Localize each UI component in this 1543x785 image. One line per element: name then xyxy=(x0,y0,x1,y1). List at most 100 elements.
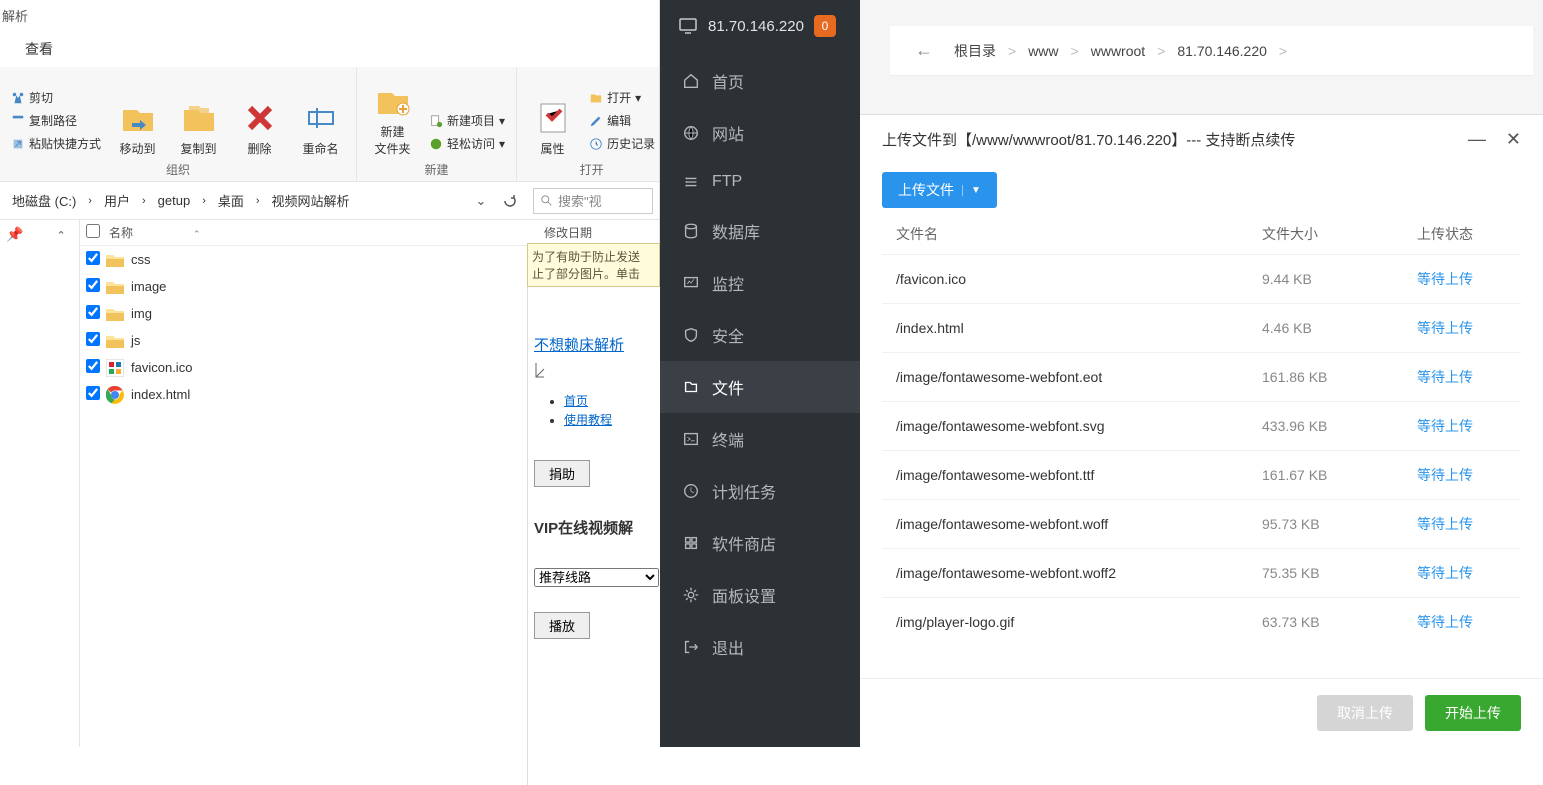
nav-home-link[interactable]: 首页 xyxy=(564,392,654,409)
server-panel: 81.70.146.220 0 首页网站 FTP 数据库监控安全文件终端计划任务软件… xyxy=(660,0,1543,747)
file-checkbox[interactable] xyxy=(86,251,100,265)
history-button[interactable]: 历史记录 xyxy=(586,134,658,153)
server-main: ← 根目录>www>wwwroot>81.70.146.220> 上传文件到【/… xyxy=(860,0,1543,747)
nav-item-db[interactable]: 数据库 xyxy=(660,205,860,257)
refresh-button[interactable] xyxy=(493,184,527,218)
server-breadcrumb: ← 根目录>www>wwwroot>81.70.146.220> xyxy=(890,26,1533,76)
ribbon-group-open-label: 打开 xyxy=(580,161,604,178)
upload-status-link[interactable]: 等待上传 xyxy=(1417,467,1473,483)
upload-status-link[interactable]: 等待上传 xyxy=(1417,271,1473,287)
upload-file-size: 63.73 KB xyxy=(1262,614,1417,630)
upload-status-link[interactable]: 等待上传 xyxy=(1417,369,1473,385)
nav-item-ftp[interactable]: FTP xyxy=(660,159,860,205)
server-breadcrumb-item[interactable]: wwwroot xyxy=(1087,43,1149,59)
play-button[interactable]: 播放 xyxy=(534,612,590,639)
column-date-header[interactable]: 修改日期 xyxy=(544,224,659,241)
store-icon xyxy=(682,534,700,552)
nav-item-monitor[interactable]: 监控 xyxy=(660,257,860,309)
nav-item-store[interactable]: 软件商店 xyxy=(660,517,860,569)
preview-title-link[interactable]: 不想赖床解析 xyxy=(534,334,654,355)
breadcrumb-segment[interactable]: 地磁盘 (C:) xyxy=(8,189,80,212)
nav-item-logout[interactable]: 退出 xyxy=(660,621,860,673)
db-icon xyxy=(682,222,700,240)
upload-status-link[interactable]: 等待上传 xyxy=(1417,516,1473,532)
upload-file-size: 4.46 KB xyxy=(1262,320,1417,336)
nav-label: FTP xyxy=(712,173,742,191)
easy-access-button[interactable]: 轻松访问 ▾ xyxy=(426,134,508,153)
nav-item-files[interactable]: 文件 xyxy=(660,361,860,413)
breadcrumb-dropdown[interactable]: ⌄ xyxy=(469,193,493,209)
upload-status-link[interactable]: 等待上传 xyxy=(1417,418,1473,434)
nav-item-settings[interactable]: 面板设置 xyxy=(660,569,860,621)
upload-file-size: 75.35 KB xyxy=(1262,565,1417,581)
sort-indicator-icon: ⌃ xyxy=(193,229,201,239)
chrome-icon xyxy=(105,385,125,405)
server-breadcrumb-item[interactable]: www xyxy=(1024,43,1062,59)
nav-item-site[interactable]: 网站 xyxy=(660,107,860,159)
file-name: index.html xyxy=(131,387,190,402)
upload-file-button[interactable]: 上传文件 ▼ xyxy=(882,172,997,208)
paste-shortcut-button[interactable]: 粘贴快捷方式 xyxy=(8,134,104,153)
server-breadcrumb-item[interactable]: 81.70.146.220 xyxy=(1173,43,1271,59)
start-upload-button[interactable]: 开始上传 xyxy=(1425,695,1521,731)
open-button[interactable]: 打开 ▾ xyxy=(586,88,658,107)
shortcut-icon xyxy=(11,137,25,151)
upload-file-name: /img/player-logo.gif xyxy=(896,614,1262,630)
search-input[interactable]: 搜索"视 xyxy=(533,188,653,214)
file-checkbox[interactable] xyxy=(86,278,100,292)
chevron-right-icon: > xyxy=(1279,43,1287,59)
file-name: js xyxy=(131,333,140,348)
upload-status-link[interactable]: 等待上传 xyxy=(1417,320,1473,336)
line-select[interactable]: 推荐线路 xyxy=(534,568,659,587)
upload-status-link[interactable]: 等待上传 xyxy=(1417,614,1473,630)
upload-file-size: 9.44 KB xyxy=(1262,271,1417,287)
copy-to-button[interactable]: 复制到 xyxy=(171,72,226,157)
preview-panel: 不想赖床解析 首页 使用教程 捐助 VIP在线视频解 推荐线路 播放 xyxy=(527,281,660,785)
ribbon-tab-view[interactable]: 查看 xyxy=(0,31,659,67)
breadcrumb-segment[interactable]: 桌面 xyxy=(214,189,248,212)
select-all-checkbox[interactable] xyxy=(86,224,100,238)
cut-button[interactable]: 剪切 xyxy=(8,88,104,107)
ribbon-group-organize-label: 组织 xyxy=(166,161,190,178)
upload-row: /image/fontawesome-webfont.woff2 75.35 K… xyxy=(882,548,1521,597)
nav-item-home[interactable]: 首页 xyxy=(660,55,860,107)
move-to-button[interactable]: 移动到 xyxy=(110,72,165,157)
cancel-upload-button[interactable]: 取消上传 xyxy=(1317,695,1413,731)
file-checkbox[interactable] xyxy=(86,359,100,373)
nav-item-cron[interactable]: 计划任务 xyxy=(660,465,860,517)
upload-file-size: 161.86 KB xyxy=(1262,369,1417,385)
home-icon xyxy=(682,72,700,90)
breadcrumb[interactable]: 地磁盘 (C:)›用户›getup›桌面›视频网站解析 xyxy=(0,188,469,214)
new-item-button[interactable]: 新建项目 ▾ xyxy=(426,111,508,130)
rename-button[interactable]: 重命名 xyxy=(293,72,348,157)
nav-tutorial-link[interactable]: 使用教程 xyxy=(564,411,654,428)
file-checkbox[interactable] xyxy=(86,305,100,319)
upload-row: /image/fontawesome-webfont.eot 161.86 KB… xyxy=(882,352,1521,401)
chevron-up-icon[interactable]: ⌃ xyxy=(57,230,66,242)
chevron-right-icon: > xyxy=(1157,43,1165,59)
nav-item-security[interactable]: 安全 xyxy=(660,309,860,361)
breadcrumb-segment[interactable]: 视频网站解析 xyxy=(268,189,354,212)
file-checkbox[interactable] xyxy=(86,386,100,400)
close-button[interactable]: ✕ xyxy=(1506,129,1521,150)
monitor-icon xyxy=(682,274,700,292)
notification-badge[interactable]: 0 xyxy=(814,15,836,37)
upload-status-link[interactable]: 等待上传 xyxy=(1417,565,1473,581)
file-checkbox[interactable] xyxy=(86,332,100,346)
chevron-right-icon: › xyxy=(198,193,210,209)
minimize-button[interactable]: — xyxy=(1468,129,1486,150)
copy-path-button[interactable]: 复制路径 xyxy=(8,111,104,130)
edit-button[interactable]: 编辑 xyxy=(586,111,658,130)
upload-file-name: /image/fontawesome-webfont.woff xyxy=(896,516,1262,532)
server-breadcrumb-item[interactable]: 根目录 xyxy=(950,41,1000,61)
breadcrumb-segment[interactable]: getup xyxy=(154,191,195,210)
ribbon: 剪切 复制路径 粘贴快捷方式 移动到 复制到 删除 xyxy=(0,67,659,182)
column-name-header[interactable]: 名称 xyxy=(109,226,133,240)
new-folder-button[interactable]: 新建 文件夹 xyxy=(365,72,420,157)
breadcrumb-segment[interactable]: 用户 xyxy=(100,189,134,212)
nav-item-terminal[interactable]: 终端 xyxy=(660,413,860,465)
properties-button[interactable]: 属性 xyxy=(525,72,580,157)
delete-button[interactable]: 删除 xyxy=(232,72,287,157)
donate-button[interactable]: 捐助 xyxy=(534,460,590,487)
back-button[interactable]: ← xyxy=(908,35,940,67)
